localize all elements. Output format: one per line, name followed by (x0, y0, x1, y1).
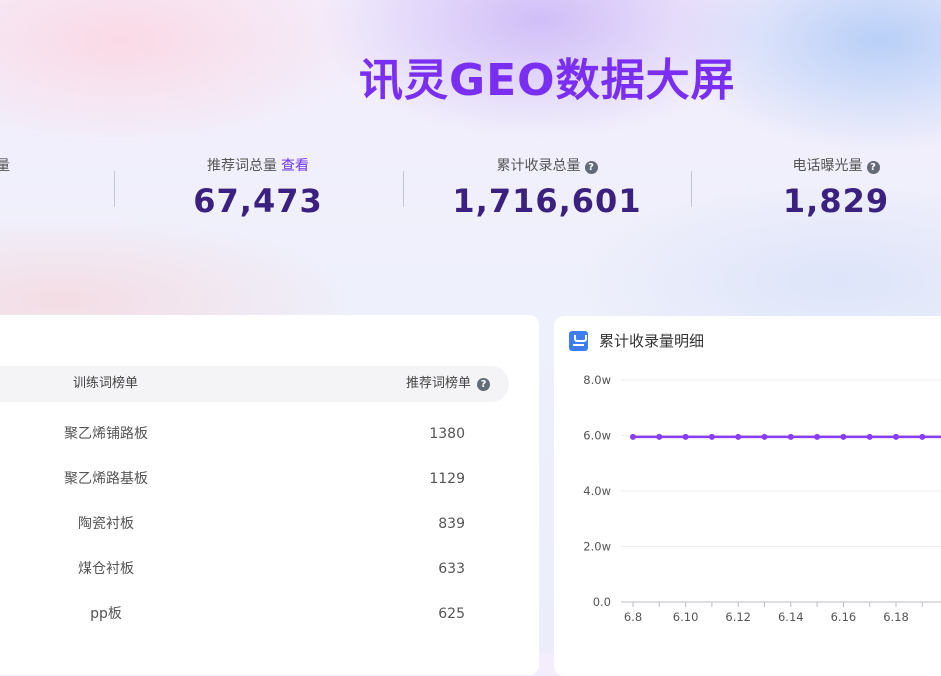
y-tick-label: 8.0w (583, 373, 611, 387)
data-point (682, 433, 689, 440)
data-point (919, 433, 926, 440)
data-point (814, 433, 821, 440)
stat-divider (403, 171, 404, 207)
x-tick-label: 6.10 (673, 610, 699, 624)
stat-phone-exposure: 电话曝光量? 1,829 (726, 156, 941, 220)
stat-divider (114, 171, 115, 207)
x-tick-label: 6.18 (883, 610, 909, 624)
data-point (761, 433, 768, 440)
view-link[interactable]: 查看 (281, 158, 309, 174)
stat-label-text: 累计收录总量 (496, 158, 581, 174)
table-row[interactable]: 聚乙烯铺路板 1380 (0, 412, 509, 457)
indexed-chart-card: 累计收录量明细 0.0 2.0w 4.0w 6.0w 8.0w 6.8 6.10 6.12 6.… (554, 316, 941, 676)
data-point (656, 433, 663, 440)
stat-total-indexed: 累计收录总量? 1,716,601 (437, 156, 657, 220)
keyword-cell: 煤仓衬板 (78, 561, 134, 577)
column-header-label: 推荐词榜单 (406, 376, 472, 391)
help-icon[interactable]: ? (866, 161, 880, 174)
stat-label-text: 推荐词总量 (207, 158, 277, 174)
line-chart: 0.0 2.0w 4.0w 6.0w 8.0w 6.8 6.10 6.12 6.14 6.16 6.… (583, 373, 941, 624)
stat-divider (691, 171, 692, 207)
ranking-table-header: 训练词榜单 推荐词榜单? (0, 366, 509, 402)
page-title: 讯灵GEO数据大屏 (359, 55, 736, 106)
keyword-cell: pp板 (90, 606, 122, 622)
data-point (630, 433, 636, 440)
x-tick-label: 6.12 (725, 610, 751, 624)
stat-label: 推荐词总量 查看 (148, 156, 368, 176)
column-header-train: 训练词榜单 (73, 376, 139, 391)
table-row[interactable]: pp板 625 (0, 592, 509, 637)
stat-label: 电话曝光量? (726, 156, 941, 176)
ranking-card: 训练词榜单 推荐词榜单? 聚乙烯铺路板 1380 聚乙烯路基板 1129 陶瓷衬… (0, 315, 539, 675)
stat-label-text: 电话曝光量 (792, 158, 863, 174)
x-tick-label: 6.8 (624, 610, 642, 624)
column-header-recommend: 推荐词榜单? (406, 366, 491, 402)
x-tick-label: 6.16 (831, 610, 857, 624)
stat-label: 累计收录总量? (437, 156, 657, 176)
stat-value: 1,716,601 (452, 182, 642, 220)
y-tick-label: 0.0 (593, 595, 611, 609)
data-point (840, 433, 847, 440)
count-cell: 1380 (429, 426, 465, 442)
y-tick-label: 2.0w (583, 540, 611, 554)
keyword-cell: 聚乙烯铺路板 (64, 426, 148, 442)
data-point (866, 433, 873, 440)
stat-recommend-words: 推荐词总量 查看 67,473 (148, 156, 368, 220)
stat-value: 67,473 (193, 182, 323, 220)
count-cell: 839 (438, 516, 465, 532)
x-tick-label: 6.14 (778, 610, 804, 624)
table-row[interactable]: 陶瓷衬板 839 (0, 502, 509, 547)
keyword-cell: 聚乙烯路基板 (64, 471, 148, 487)
data-point (893, 433, 899, 440)
keyword-cell: 陶瓷衬板 (78, 516, 134, 532)
stat-value: 1,829 (782, 182, 890, 220)
count-cell: 1129 (429, 471, 465, 487)
help-icon[interactable]: ? (477, 378, 491, 391)
count-cell: 633 (438, 561, 465, 577)
help-icon[interactable]: ? (584, 161, 598, 174)
stat-label: 量 (0, 158, 10, 174)
y-tick-label: 6.0w (583, 429, 611, 443)
stat-partial: 量 (0, 156, 10, 176)
data-point (787, 433, 794, 440)
y-tick-label: 4.0w (583, 484, 611, 498)
data-point (708, 433, 715, 440)
table-row[interactable]: 聚乙烯路基板 1129 (0, 457, 509, 502)
count-cell: 625 (438, 606, 465, 622)
table-row[interactable]: 煤仓衬板 633 (0, 547, 509, 592)
data-point (735, 433, 742, 440)
